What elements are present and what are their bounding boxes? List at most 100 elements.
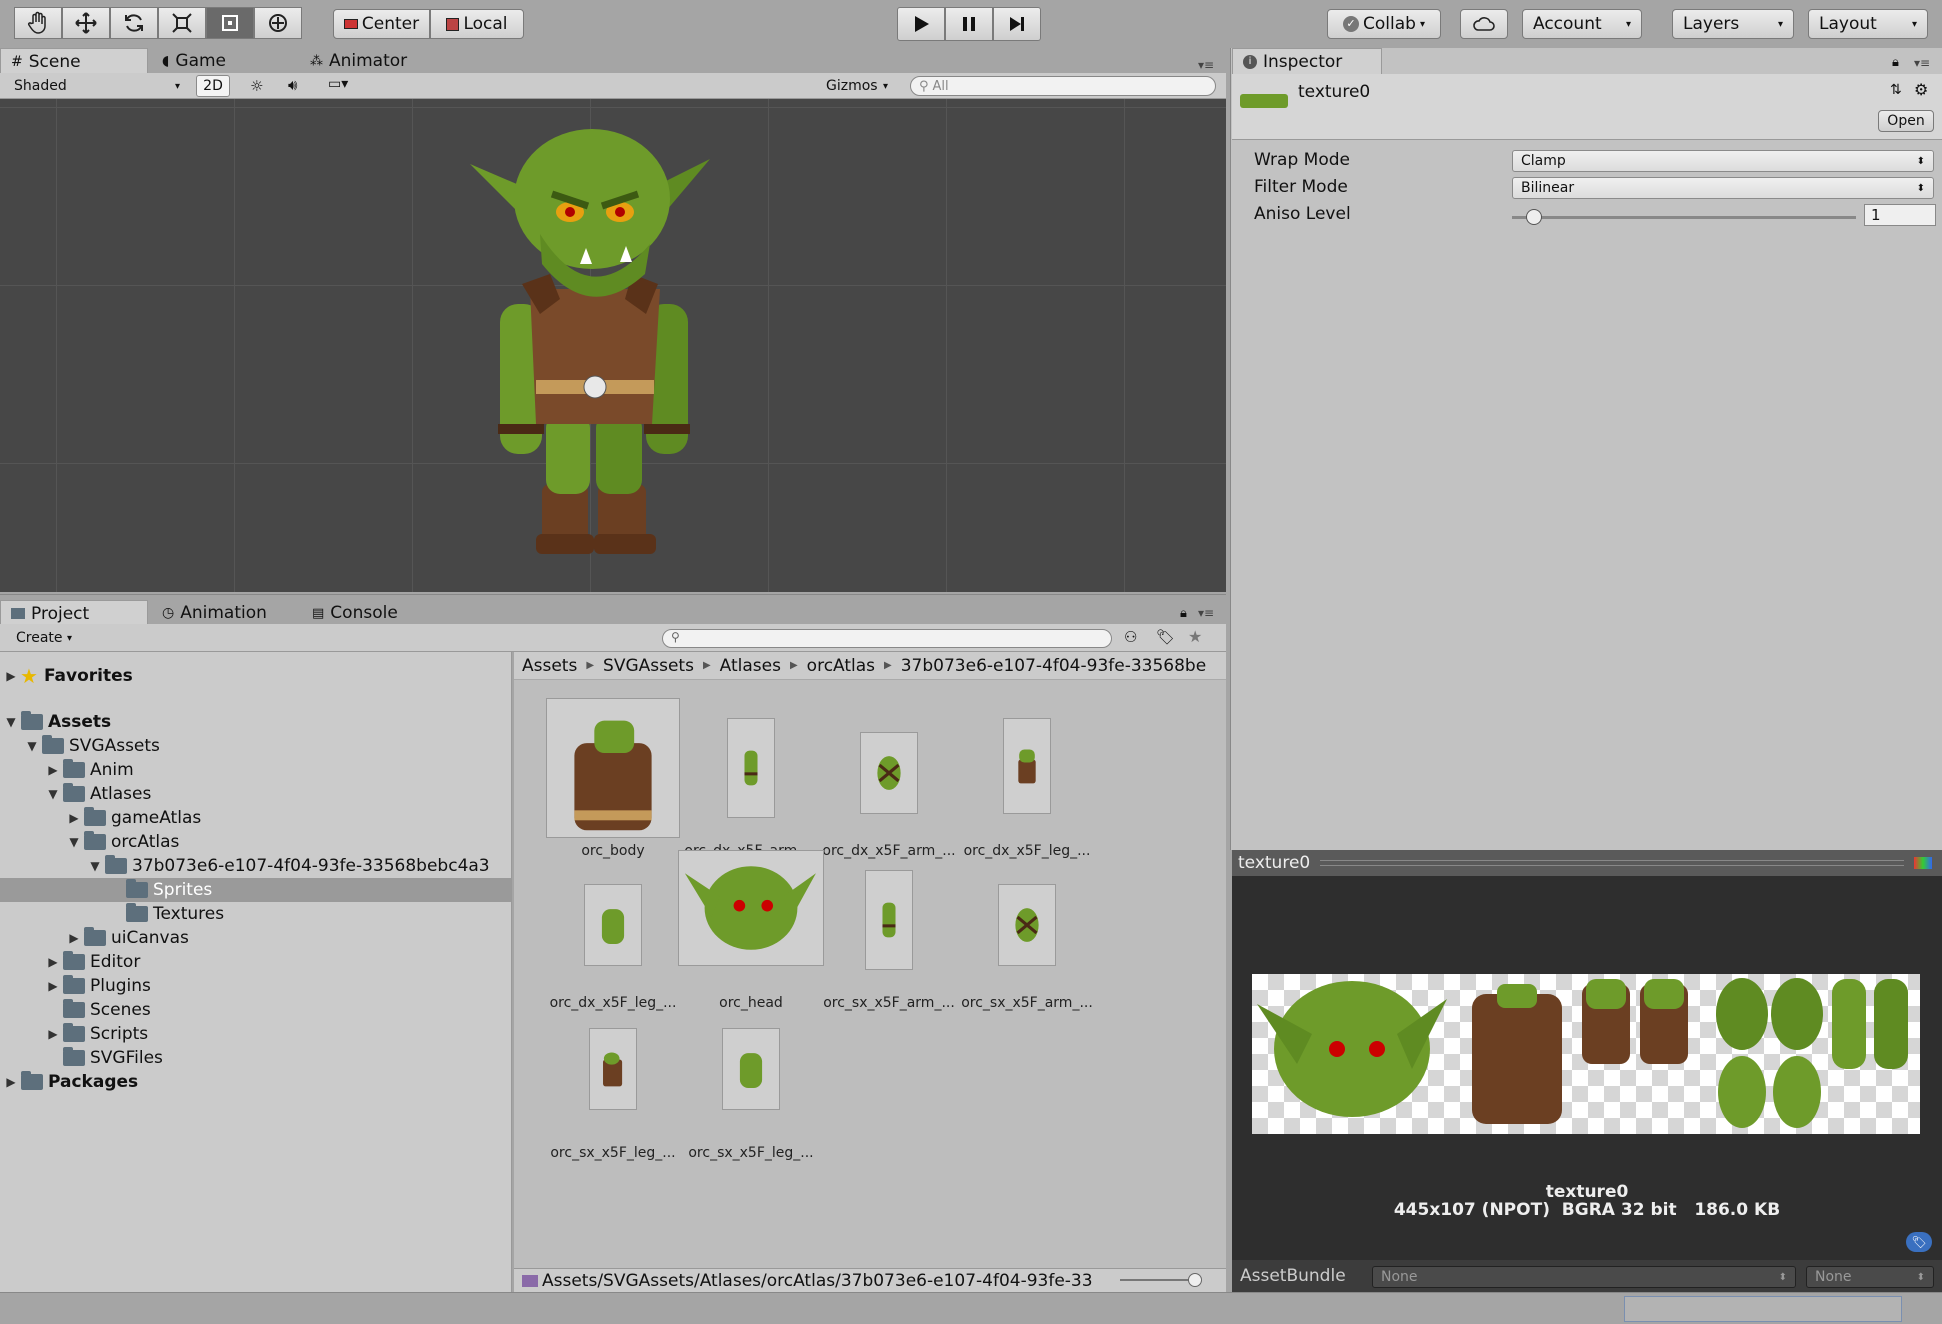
tree-item[interactable]: ▶ Packages xyxy=(0,1070,511,1094)
tree-item[interactable]: ▶ uiCanvas xyxy=(0,926,511,950)
breadcrumb-item[interactable]: 37b073e6-e107-4f04-93fe-33568be xyxy=(901,656,1206,676)
wrap-mode-dropdown[interactable]: Clamp ⬍ xyxy=(1512,150,1934,172)
tree-item[interactable]: ▶ Editor xyxy=(0,950,511,974)
tree-item[interactable]: Sprites xyxy=(0,878,511,902)
tree-item[interactable]: ▼ 37b073e6-e107-4f04-93fe-33568bebc4a3 xyxy=(0,854,511,878)
project-search-input[interactable]: ⚲ xyxy=(662,629,1112,648)
scene-viewport[interactable] xyxy=(0,99,1226,592)
audio-toggle[interactable]: 🔊︎ xyxy=(288,76,297,94)
asset-thumbnail[interactable] xyxy=(998,884,1056,966)
tab-scene[interactable]: # Scene xyxy=(0,48,148,74)
asset-label[interactable]: orc_sx_x5F_leg_... xyxy=(538,1145,688,1161)
asset-label[interactable]: orc_sx_x5F_leg_... xyxy=(676,1145,826,1161)
gizmos-dropdown[interactable]: Gizmos ▾ xyxy=(818,75,896,97)
expand-right-icon[interactable]: ▶ xyxy=(67,931,81,945)
asset-thumbnail[interactable] xyxy=(584,884,642,966)
effects-toggle[interactable]: ▭▾ xyxy=(328,76,348,92)
expand-right-icon[interactable]: ▶ xyxy=(46,955,60,969)
asset-label[interactable]: orc_dx_x5F_leg_... xyxy=(952,843,1102,859)
tag-icon[interactable]: 🏷︎ xyxy=(1906,1232,1932,1252)
asset-label[interactable]: orc_sx_x5F_arm_... xyxy=(952,995,1102,1011)
color-channel-icon[interactable] xyxy=(1914,857,1932,869)
transform-tool-button[interactable] xyxy=(254,7,302,39)
slider-handle[interactable] xyxy=(1188,1273,1202,1287)
aniso-level-input[interactable]: 1 xyxy=(1864,204,1936,226)
rotate-tool-button[interactable] xyxy=(110,7,158,39)
account-dropdown[interactable]: Account ▾ xyxy=(1522,9,1642,39)
asset-label[interactable]: orc_dx_x5F_leg_... xyxy=(538,995,688,1011)
tree-item[interactable]: ▼ SVGAssets xyxy=(0,734,511,758)
breadcrumb-item[interactable]: Atlases xyxy=(720,656,781,676)
space-local-button[interactable]: Local xyxy=(430,9,524,39)
asset-label[interactable]: orc_body xyxy=(538,843,688,859)
expand-right-icon[interactable]: ▶ xyxy=(4,1075,18,1089)
tree-item[interactable]: Textures xyxy=(0,902,511,926)
scene-search-input[interactable]: ⚲ All xyxy=(910,76,1216,96)
filter-label-icon[interactable]: 🏷︎ xyxy=(1156,628,1175,646)
asset-thumbnail[interactable] xyxy=(678,850,824,966)
presets-icon[interactable]: ⇅ xyxy=(1890,82,1902,98)
gear-icon[interactable]: ⚙ xyxy=(1914,80,1928,99)
asset-thumbnail[interactable] xyxy=(1003,718,1051,814)
expand-down-icon[interactable]: ▼ xyxy=(46,787,60,801)
scale-tool-button[interactable] xyxy=(158,7,206,39)
asset-thumbnail[interactable] xyxy=(722,1028,780,1110)
asset-thumbnail[interactable] xyxy=(589,1028,637,1110)
2d-toggle[interactable]: 2D xyxy=(196,75,230,97)
tree-item[interactable]: ▶ gameAtlas xyxy=(0,806,511,830)
expand-right-icon[interactable]: ▶ xyxy=(46,1027,60,1041)
expand-right-icon[interactable]: ▶ xyxy=(46,979,60,993)
asset-label[interactable]: orc_sx_x5F_arm_... xyxy=(814,995,964,1011)
rect-tool-button[interactable] xyxy=(206,7,254,39)
lock-icon[interactable]: 🔒︎ xyxy=(1180,606,1187,621)
tab-animation[interactable]: ◷ Animation xyxy=(152,600,277,626)
tree-item[interactable]: ▼ orcAtlas xyxy=(0,830,511,854)
asset-thumbnail[interactable] xyxy=(865,870,913,970)
breadcrumb-item[interactable]: SVGAssets xyxy=(603,656,694,676)
step-button[interactable] xyxy=(993,7,1041,41)
expand-down-icon[interactable]: ▼ xyxy=(4,715,18,729)
tree-item[interactable]: ▼ Atlases xyxy=(0,782,511,806)
panel-menu-icon[interactable]: ▾≡ xyxy=(1198,606,1214,620)
open-button[interactable]: Open xyxy=(1878,110,1934,132)
panel-menu-icon[interactable]: ▾≡ xyxy=(1914,56,1930,70)
expand-right-icon[interactable]: ▶ xyxy=(46,763,60,777)
expand-down-icon[interactable]: ▼ xyxy=(88,859,102,873)
tree-item[interactable]: ▶ Scripts xyxy=(0,1022,511,1046)
tab-console[interactable]: ▤ Console xyxy=(302,600,408,626)
layout-dropdown[interactable]: Layout ▾ xyxy=(1808,9,1928,39)
tab-inspector[interactable]: i Inspector xyxy=(1232,48,1382,74)
pause-button[interactable] xyxy=(945,7,993,41)
collab-dropdown[interactable]: ✓ Collab ▾ xyxy=(1327,9,1441,39)
cloud-button[interactable] xyxy=(1460,9,1508,39)
expand-down-icon[interactable]: ▼ xyxy=(67,835,81,849)
shading-mode-dropdown[interactable]: Shaded ▾ xyxy=(6,75,188,97)
assetbundle-dropdown[interactable]: None ⬍ xyxy=(1372,1266,1796,1288)
aniso-slider-handle[interactable] xyxy=(1526,209,1542,225)
layers-dropdown[interactable]: Layers ▾ xyxy=(1672,9,1794,39)
lock-icon[interactable]: 🔒︎ xyxy=(1892,55,1899,70)
asset-thumbnail[interactable] xyxy=(546,698,680,838)
tab-game[interactable]: ◖ Game xyxy=(152,48,236,74)
assetbundle-variant-dropdown[interactable]: None ⬍ xyxy=(1806,1266,1934,1288)
tree-item[interactable]: ▶ ★ Favorites xyxy=(0,664,511,688)
panel-menu-icon[interactable]: ▾≡ xyxy=(1198,58,1214,72)
play-button[interactable] xyxy=(897,7,945,41)
tree-item[interactable]: ▶ Plugins xyxy=(0,974,511,998)
tree-item[interactable]: ▼ Assets xyxy=(0,710,511,734)
pivot-center-button[interactable]: Center xyxy=(333,9,430,39)
tree-item[interactable]: Scenes xyxy=(0,998,511,1022)
move-tool-button[interactable] xyxy=(62,7,110,39)
favorite-star-icon[interactable]: ★ xyxy=(1188,627,1202,646)
asset-thumbnail[interactable] xyxy=(727,718,775,818)
create-dropdown[interactable]: Create ▾ xyxy=(8,627,80,649)
lighting-toggle[interactable]: ☼ xyxy=(250,77,263,95)
filter-mode-dropdown[interactable]: Bilinear ⬍ xyxy=(1512,177,1934,199)
asset-label[interactable]: orc_dx_x5F_arm_... xyxy=(814,843,964,859)
expand-right-icon[interactable]: ▶ xyxy=(4,669,18,683)
tree-item[interactable]: SVGFiles xyxy=(0,1046,511,1070)
expand-right-icon[interactable]: ▶ xyxy=(67,811,81,825)
filter-type-icon[interactable]: ⚇ xyxy=(1124,628,1137,646)
breadcrumb-item[interactable]: orcAtlas xyxy=(807,656,875,676)
tab-animator[interactable]: ⁂ Animator xyxy=(300,48,417,74)
